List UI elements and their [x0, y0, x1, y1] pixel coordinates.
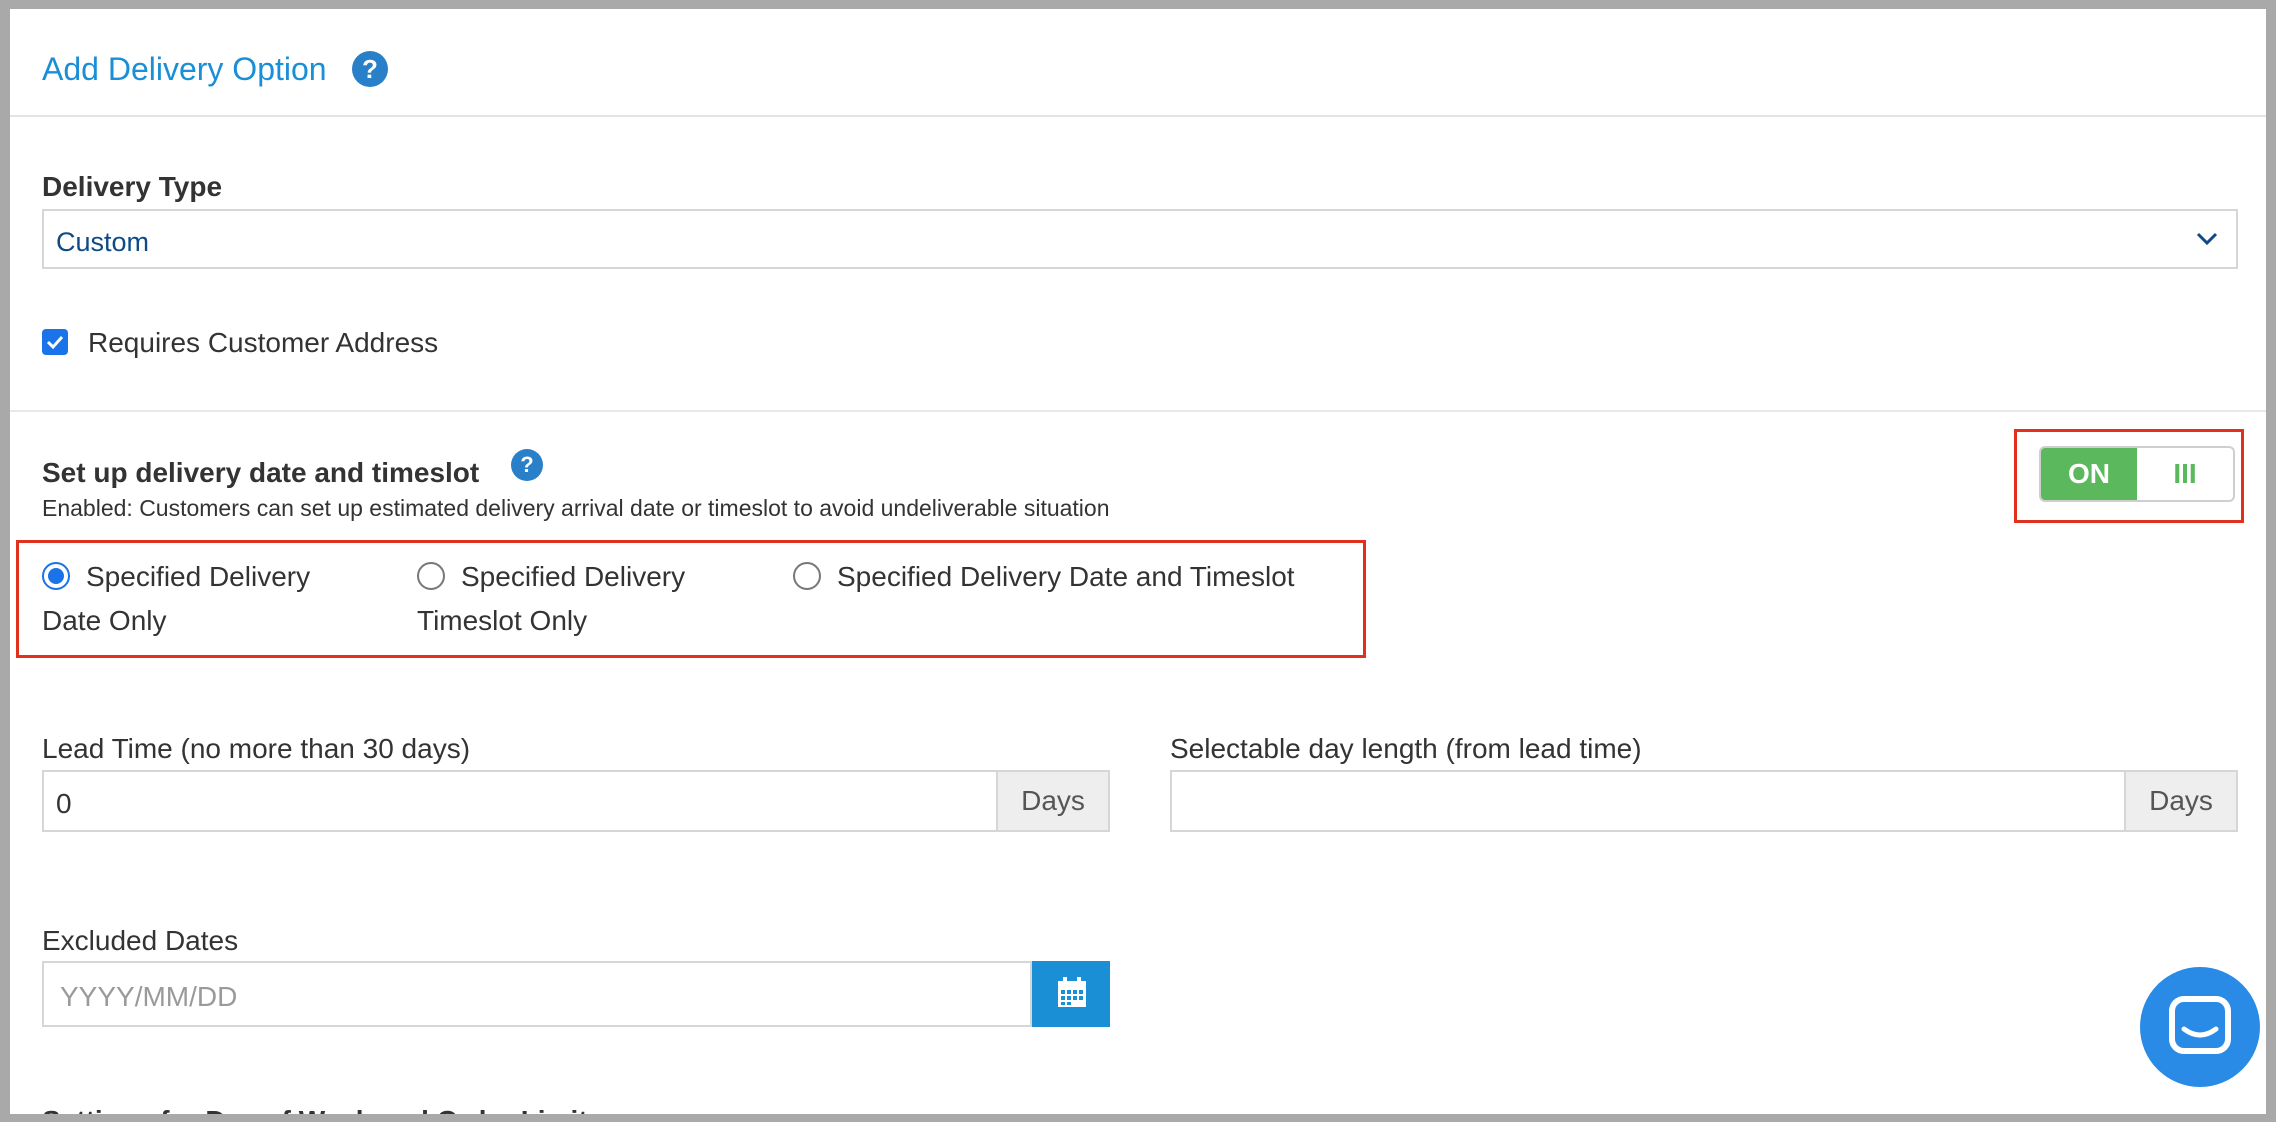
chevron-down-icon — [2196, 232, 2218, 246]
requires-address-checkbox[interactable] — [42, 329, 68, 355]
lead-time-value: 0 — [56, 788, 72, 819]
radio-date-only-label-2: Date Only — [42, 605, 167, 636]
toggle-highlight: ON III — [2014, 429, 2244, 523]
lead-time-unit: Days — [996, 772, 1108, 830]
radio-option-timeslot-only[interactable]: Specified Delivery Timeslot Only — [417, 555, 685, 643]
radio-date-only[interactable] — [42, 562, 70, 590]
selectable-length-label: Selectable day length (from lead time) — [1170, 733, 1642, 764]
requires-address-label: Requires Customer Address — [88, 327, 439, 358]
timeslot-section-title: Set up delivery date and timeslot — [42, 457, 479, 489]
timeslot-toggle[interactable]: ON III — [2039, 446, 2235, 502]
delivery-type-value: Custom — [56, 227, 150, 257]
toggle-handle[interactable]: III — [2137, 448, 2233, 500]
next-section-title: Settings for Day of Week and Order Limit — [42, 1105, 588, 1114]
delivery-type-select[interactable]: Custom — [42, 209, 2238, 269]
radio-date-and-timeslot-label: Specified Delivery Date and Timeslot — [837, 561, 1295, 592]
add-delivery-option-panel: Add Delivery Option ? Delivery Type Cust… — [10, 9, 2266, 1114]
selectable-length-unit: Days — [2124, 772, 2236, 830]
panel-header: Add Delivery Option ? — [10, 9, 2266, 117]
section-divider — [10, 410, 2266, 412]
timeslot-section-description: Enabled: Customers can set up estimated … — [42, 495, 1110, 521]
radio-option-date-only[interactable]: Specified Delivery Date Only — [42, 555, 310, 643]
radio-date-only-label-1: Specified Delivery — [86, 561, 311, 592]
delivery-type-label: Delivery Type — [42, 171, 223, 202]
help-icon[interactable]: ? — [352, 51, 388, 87]
excluded-dates-input[interactable]: YYYY/MM/DD — [42, 961, 1032, 1027]
radio-timeslot-only[interactable] — [417, 562, 445, 590]
page-title: Add Delivery Option ? — [42, 51, 388, 88]
lead-time-input[interactable]: 0 Days — [42, 770, 1110, 832]
delivery-mode-options-highlight: Specified Delivery Date Only Specified D… — [16, 540, 1366, 658]
radio-option-date-and-timeslot[interactable]: Specified Delivery Date and Timeslot — [793, 555, 1295, 599]
timeslot-help-icon[interactable]: ? — [511, 449, 543, 481]
chat-launcher-button[interactable] — [2140, 967, 2260, 1087]
page-title-text: Add Delivery Option — [42, 51, 327, 87]
selectable-length-input[interactable]: Days — [1170, 770, 2238, 832]
excluded-dates-placeholder: YYYY/MM/DD — [60, 981, 238, 1012]
toggle-on-label: ON — [2041, 448, 2137, 500]
radio-timeslot-only-label-1: Specified Delivery — [461, 561, 686, 592]
lead-time-label: Lead Time (no more than 30 days) — [42, 733, 471, 764]
calendar-button[interactable] — [1032, 961, 1110, 1027]
radio-timeslot-only-label-2: Timeslot Only — [417, 605, 588, 636]
excluded-dates-label: Excluded Dates — [42, 925, 239, 956]
timeslot-section-title-text: Set up delivery date and timeslot — [42, 457, 480, 488]
check-icon — [46, 335, 64, 350]
chat-icon — [2169, 996, 2231, 1054]
calendar-icon — [1058, 977, 1086, 1007]
radio-date-and-timeslot[interactable] — [793, 562, 821, 590]
